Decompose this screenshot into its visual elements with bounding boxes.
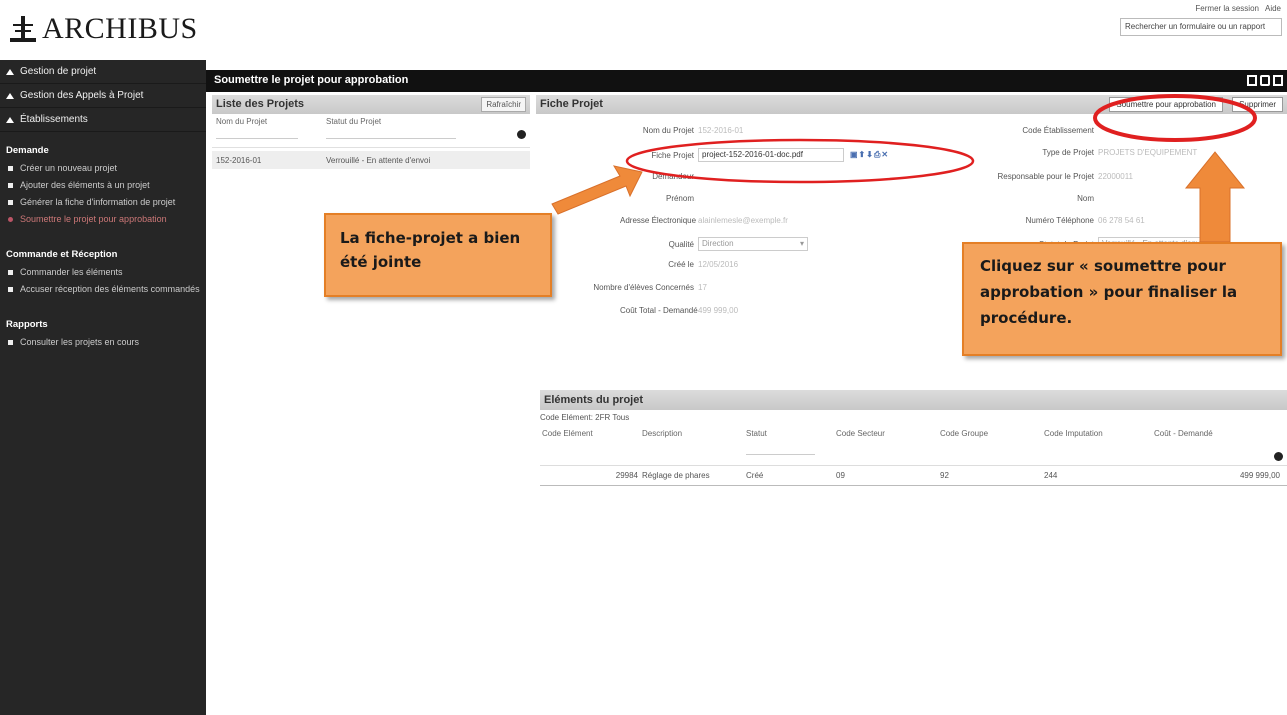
callout-fiche-jointe: La fiche-projet a bien été jointe <box>324 213 552 297</box>
highlight-ellipse-submit <box>1093 94 1257 142</box>
highlight-ellipse-fiche <box>625 138 975 184</box>
annotation-overlay <box>551 94 1257 243</box>
arrow-left-icon <box>551 165 643 215</box>
arrow-up-icon <box>1184 151 1246 243</box>
callout-soumettre: Cliquez sur « soumettre pour approbation… <box>962 242 1282 356</box>
